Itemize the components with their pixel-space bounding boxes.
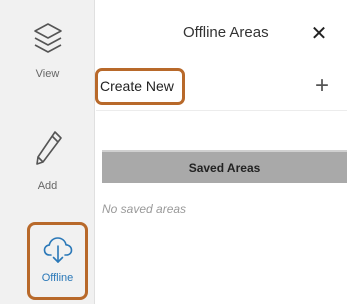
close-button[interactable]: ✕ [307,22,331,46]
sidebar-item-add[interactable]: Add [0,130,95,220]
sidebar: View Add Offline [0,0,95,304]
sidebar-item-label: View [35,68,60,80]
offline-areas-panel: Offline Areas ✕ Create New + Saved Areas… [95,0,347,304]
panel-header: Offline Areas ✕ [96,0,347,65]
empty-state-message: No saved areas [102,202,187,216]
sidebar-item-label: Offline [41,272,74,284]
cloud-download-icon [43,237,72,263]
saved-areas-header: Saved Areas [102,150,347,183]
sidebar-item-offline[interactable]: Offline [27,222,88,300]
sidebar-item-view[interactable]: View [0,22,95,112]
pencil-icon [35,131,62,165]
create-new-button[interactable]: Create New [95,68,185,105]
panel-title: Offline Areas [183,24,269,41]
sidebar-item-label: Add [37,180,58,192]
add-area-button[interactable]: + [312,74,332,98]
create-new-row: Create New + [95,65,347,111]
layers-icon [33,23,62,53]
